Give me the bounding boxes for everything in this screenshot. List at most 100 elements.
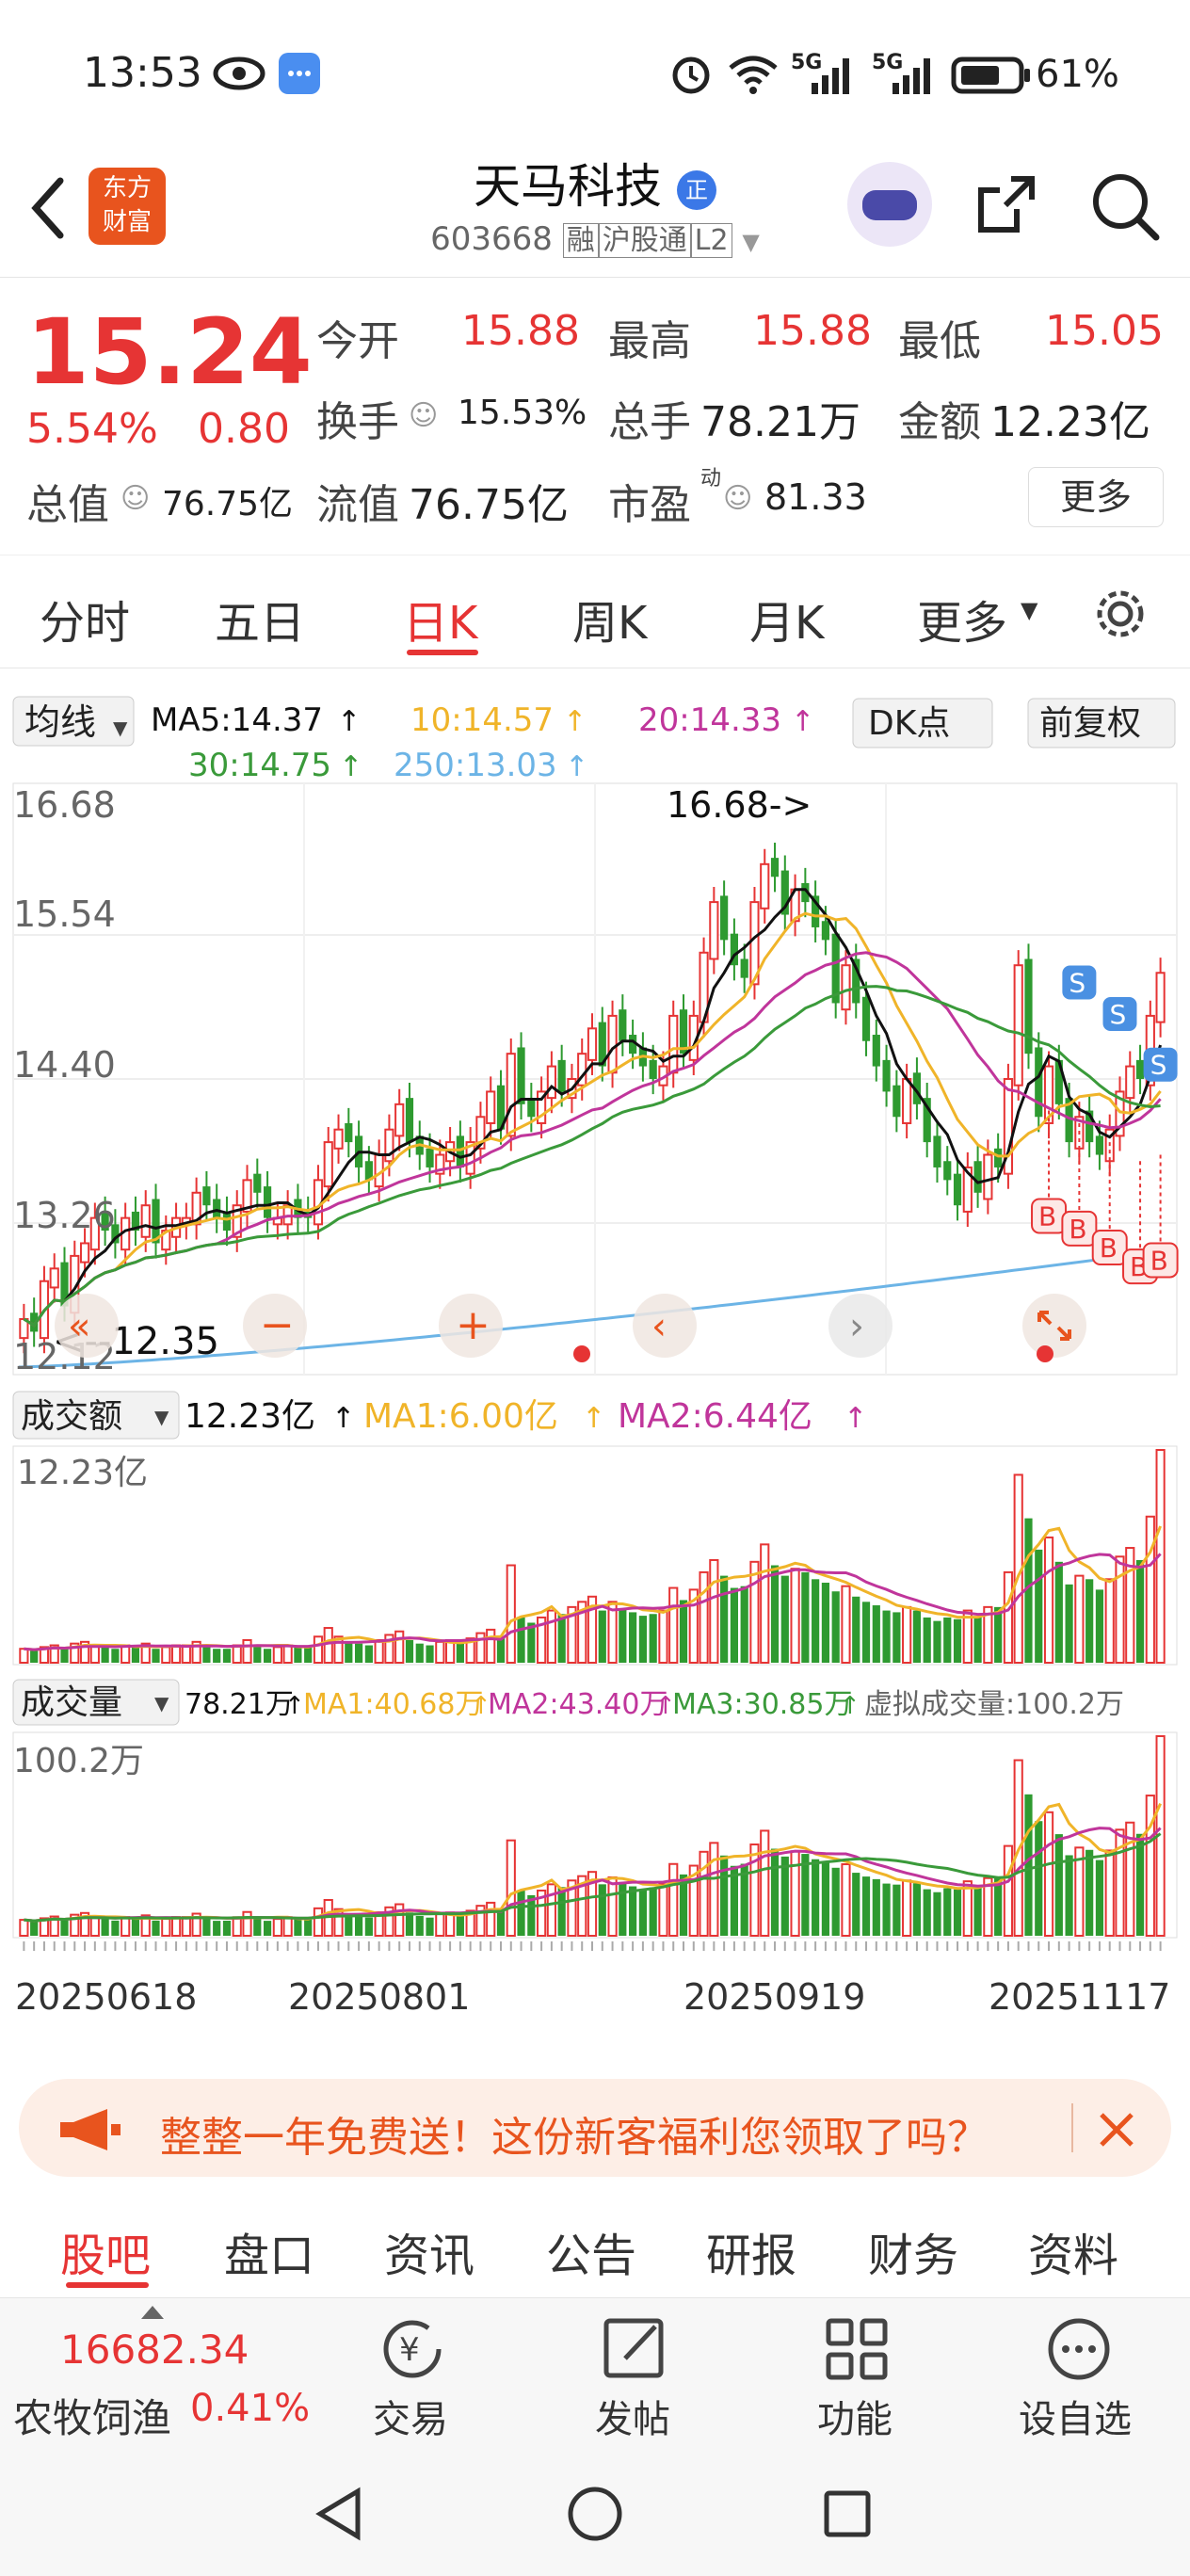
amount-bar-up	[282, 1644, 293, 1665]
trade-label[interactable]: 交易	[373, 2389, 448, 2443]
assistant-avatar[interactable]	[847, 162, 932, 247]
amount-bar-down	[557, 1614, 566, 1663]
page: { "status": {"time": "13:53", "battery":…	[0, 0, 1190, 2576]
close-icon[interactable]	[1096, 2109, 1137, 2150]
index-pct[interactable]: 0.41%	[190, 2387, 310, 2430]
function-grid-icon[interactable]	[821, 2313, 892, 2385]
nav-recents-icon[interactable]	[819, 2486, 876, 2542]
ma-selector-caret-icon: ▼	[113, 716, 128, 739]
wifi-icon	[729, 56, 778, 94]
volume-bar-up	[394, 1903, 405, 1937]
amount-bar-down	[111, 1649, 120, 1663]
dk-button[interactable]: DK点	[868, 704, 950, 743]
search-icon[interactable]	[1085, 166, 1164, 245]
volume-bar-down	[1024, 1794, 1033, 1936]
amount-selector[interactable]: 成交额	[21, 1397, 122, 1436]
volume-bar-up	[1043, 1811, 1054, 1937]
candle-body-up	[1155, 972, 1166, 1023]
volume-bar-down	[1135, 1833, 1145, 1936]
trade-icon[interactable]: ¥	[377, 2313, 448, 2385]
watchlist-more-icon[interactable]	[1043, 2313, 1115, 2385]
amount-bar-up	[232, 1644, 242, 1665]
index-value[interactable]: 16682.34	[60, 2326, 249, 2373]
volume-bar-down	[202, 1919, 211, 1936]
amount-bar-down	[415, 1643, 424, 1663]
amount-bar-down	[801, 1571, 810, 1663]
amount-bar-up	[506, 1564, 516, 1665]
volume-bar-down	[152, 1920, 160, 1936]
promo-text[interactable]: 整整一年免费送！这份新客福利您领取了吗？	[160, 2103, 989, 2164]
tab-monthly-k[interactable]: 月K	[749, 586, 824, 652]
candle-body-down	[1095, 1135, 1104, 1155]
tab-pankou[interactable]: 盘口	[224, 2218, 314, 2284]
plus-icon: +	[456, 1301, 490, 1349]
settings-gear-icon[interactable]	[1090, 584, 1150, 644]
candle-body-down	[253, 1173, 262, 1193]
ma-selector[interactable]: 均线	[24, 701, 96, 743]
nav-back-icon[interactable]	[311, 2486, 367, 2542]
amount-bar-down	[882, 1610, 891, 1663]
tab-weekly-k[interactable]: 周K	[572, 586, 647, 652]
volume-bar-down	[364, 1917, 373, 1936]
candle-body-up	[140, 1204, 151, 1238]
fullscreen-button[interactable]	[1022, 1294, 1086, 1358]
kline-chart-area[interactable]: 均线 ▼ MA5:14.37 ↑ 10:14.57 ↑ 20:14.33 ↑ 3…	[0, 668, 1190, 2062]
volume-bar-down	[629, 1886, 637, 1936]
pe-info-icon[interactable]: ☺	[723, 482, 752, 515]
tab-finance[interactable]: 财务	[868, 2218, 958, 2284]
amount-bar-up	[394, 1630, 405, 1665]
mcap-label: 总值	[26, 481, 109, 529]
info-icon[interactable]: ☺	[121, 482, 150, 515]
tab-intraday[interactable]: 分时	[40, 586, 130, 652]
volume-selector[interactable]: 成交量	[21, 1683, 122, 1722]
ma20-arrow-icon: ↑	[791, 705, 814, 738]
tab-research[interactable]: 研报	[706, 2218, 796, 2284]
volume-bar-down	[426, 1917, 434, 1936]
adjust-button[interactable]: 前复权	[1039, 704, 1141, 743]
kline-chart[interactable]: 均线 ▼ MA5:14.37 ↑ 10:14.57 ↑ 20:14.33 ↑ 3…	[0, 668, 1190, 2062]
watchlist-label[interactable]: 设自选	[1019, 2389, 1132, 2443]
active-tab-indicator	[407, 650, 478, 655]
post-label[interactable]: 发帖	[595, 2389, 670, 2443]
tab-5day[interactable]: 五日	[215, 586, 305, 652]
period-tabs: 分时 五日 日K 周K 月K 更多 ▼	[0, 555, 1190, 668]
expand-up-icon[interactable]	[139, 2304, 166, 2321]
candle-body-down	[557, 1059, 566, 1092]
tab-profile[interactable]: 资料	[1028, 2218, 1118, 2284]
volume-bar-down	[1095, 1860, 1104, 1936]
tab-news[interactable]: 资讯	[384, 2218, 474, 2284]
share-icon[interactable]	[970, 168, 1045, 243]
volume-bar-down	[213, 1921, 221, 1936]
candle-body-down	[1035, 1047, 1043, 1118]
index-name[interactable]: 农牧饲渔	[13, 2387, 171, 2444]
tab-daily-k[interactable]: 日K	[403, 586, 477, 652]
candle-body-down	[263, 1186, 272, 1218]
nav-home-icon[interactable]	[565, 2484, 625, 2544]
dropdown-caret-icon[interactable]: ▼	[742, 229, 759, 255]
amount-bar-down	[629, 1612, 637, 1663]
volume-bar-down	[517, 1890, 525, 1936]
volume-virtual: 虚拟成交量:100.2万	[864, 1688, 1124, 1721]
tab-announce[interactable]: 公告	[546, 2218, 636, 2284]
amount-bar-down	[1054, 1561, 1063, 1663]
alarm-icon	[672, 56, 710, 94]
more-button[interactable]: 更多	[1028, 467, 1164, 527]
volume-bar-down	[598, 1884, 606, 1936]
volume-ma3-arrow-icon: ↑	[840, 1692, 860, 1720]
volume-bar-up	[121, 1916, 131, 1937]
candle-body-down	[222, 1211, 232, 1232]
candle-body-up	[1013, 964, 1023, 1087]
amount-bar-up	[546, 1609, 556, 1665]
volume-bar-down	[943, 1888, 952, 1936]
post-edit-icon[interactable]	[599, 2313, 670, 2385]
tab-guba[interactable]: 股吧	[60, 2218, 151, 2284]
tab-more[interactable]: 更多	[917, 586, 1007, 652]
function-label[interactable]: 功能	[817, 2389, 892, 2443]
ma20-label: 20:14.33	[638, 701, 781, 739]
turnover-info-icon[interactable]: ☺	[409, 399, 438, 432]
volume-bar-up	[709, 1842, 719, 1938]
volume-bar-down	[720, 1855, 729, 1936]
mcap-value: 76.75亿	[162, 485, 294, 523]
promo-banner[interactable]: 整整一年免费送！这份新客福利您领取了吗？	[19, 2079, 1171, 2177]
date-label-2: 20250801	[288, 1976, 470, 2018]
